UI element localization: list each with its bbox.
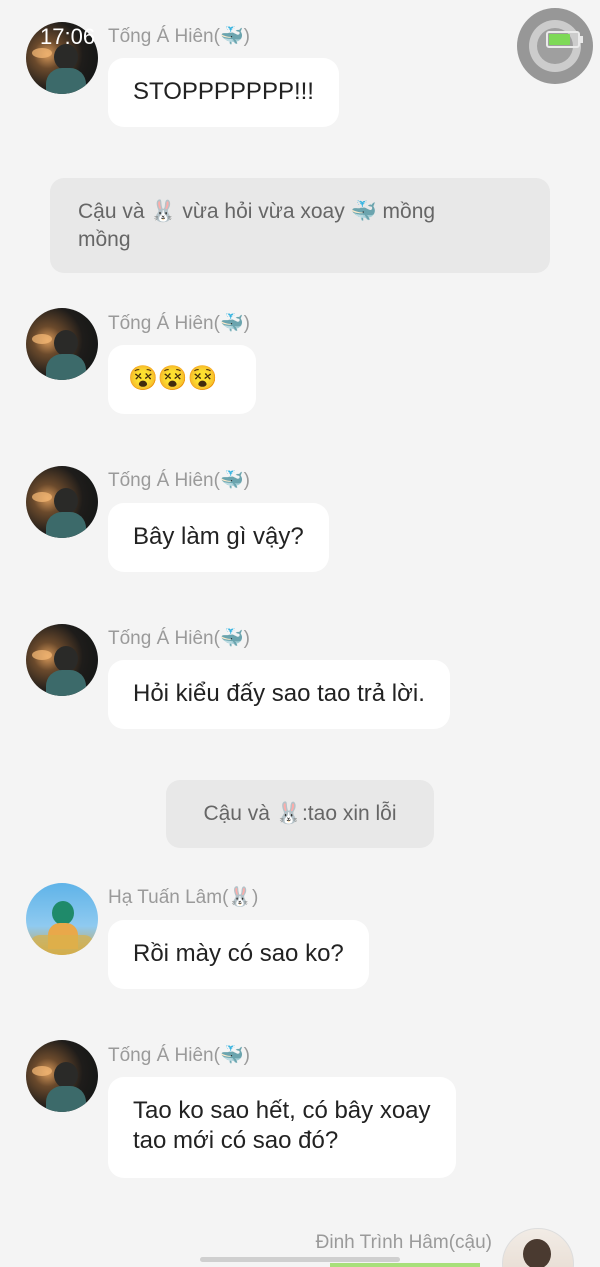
avatar[interactable] [26, 883, 98, 955]
sender-name: Tống Á Hiên(🐳) [108, 313, 250, 334]
system-notice: Cậu và 🐰:tao xin lỗi [166, 780, 434, 848]
sender-name: Tống Á Hiên(🐳) [108, 1045, 250, 1066]
battery-nub [580, 36, 583, 43]
status-time: 17:06 [40, 24, 96, 49]
sender-name: Tống Á Hiên(🐳) [108, 26, 250, 47]
sender-name: Tống Á Hiên(🐳) [108, 628, 250, 649]
avatar[interactable] [26, 1040, 98, 1112]
battery-level [549, 34, 570, 45]
system-notice-text: Cậu và 🐰:tao xin lỗi [203, 802, 397, 825]
avatar[interactable] [26, 624, 98, 696]
message-bubble[interactable]: 😵😵😵 [108, 345, 256, 414]
sender-name: Đinh Trình Hâm(cậu) [315, 1232, 492, 1253]
message-text-line: Tao ko sao hết, có bây xoay [133, 1097, 431, 1124]
avatar[interactable] [26, 308, 98, 380]
message-text: Hỏi kiểu đấy sao tao trả lời. [133, 680, 425, 707]
message-text: Rồi mày có sao ko? [133, 940, 344, 967]
system-notice: Cậu và 🐰 vừa hỏi vừa xoay 🐳 mồng mồng [50, 178, 550, 273]
message-text: 😵😵😵 [128, 365, 218, 392]
system-notice-line: Cậu và 🐰 vừa hỏi vừa xoay 🐳 mồng [78, 200, 436, 223]
own-message-bubble-edge [330, 1263, 480, 1267]
message-bubble[interactable]: Rồi mày có sao ko? [108, 920, 369, 989]
message-text-line: tao mới có sao đó? [133, 1127, 339, 1154]
message-bubble[interactable]: Hỏi kiểu đấy sao tao trả lời. [108, 660, 450, 729]
sender-name: Hạ Tuấn Lâm(🐰) [108, 887, 259, 908]
message-bubble[interactable]: Tao ko sao hết, có bây xoay tao mới có s… [108, 1077, 456, 1178]
home-indicator[interactable] [200, 1257, 400, 1262]
avatar[interactable] [26, 466, 98, 538]
message-text: Bây làm gì vậy? [133, 523, 304, 550]
battery-icon [546, 31, 580, 48]
sender-name: Tống Á Hiên(🐳) [108, 470, 250, 491]
message-bubble[interactable]: Bây làm gì vậy? [108, 503, 329, 572]
system-notice-line: mồng [78, 228, 131, 251]
message-text: STOPPPPPPP!!! [133, 78, 314, 105]
message-bubble[interactable]: STOPPPPPPP!!! [108, 58, 339, 127]
avatar[interactable] [502, 1228, 574, 1267]
